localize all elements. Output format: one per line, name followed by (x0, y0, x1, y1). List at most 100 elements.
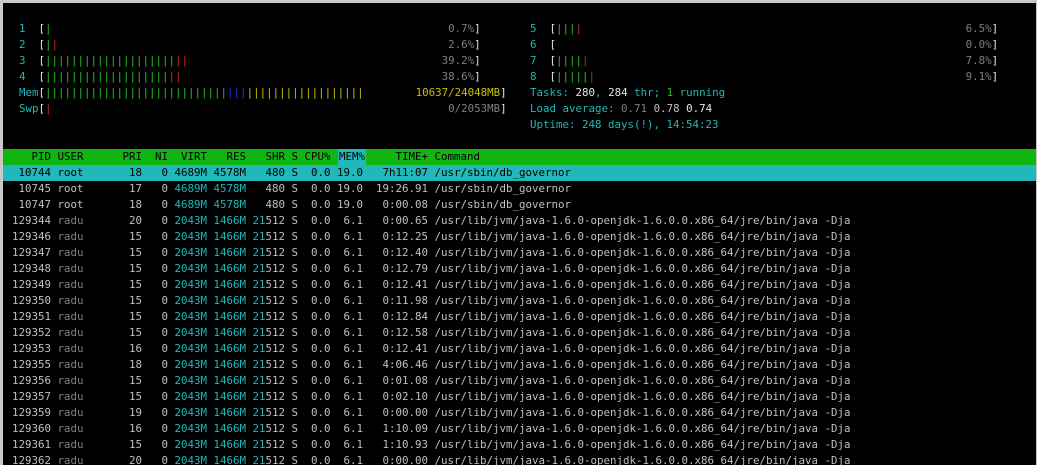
cell-mem: 6.1 (343, 454, 363, 465)
column-header-cmd[interactable]: Command (435, 149, 481, 165)
cell-s: S (291, 262, 298, 275)
cell-pid: 129352 (11, 326, 51, 339)
cell-pri: 18 (128, 198, 142, 211)
column-header-user[interactable]: USER (58, 149, 84, 165)
cell-time: 0:00.08 (382, 198, 428, 211)
process-row[interactable]: 10747 root 18 0 4689M 4578M 480 S 0.0 19.0 0:00.08… (3, 197, 1036, 213)
cell-pri: 16 (128, 342, 142, 355)
process-row[interactable]: 129362 radu 20 0 2043M 1466M 21512 S 0.0 6.1 0:00.… (3, 453, 1036, 465)
cpu-id-label: 5 (530, 22, 550, 35)
column-header-pri[interactable]: PRI (122, 149, 142, 165)
meter-bracket-close: ] (991, 22, 999, 35)
cell-cpu: 0.0 (310, 262, 331, 275)
meter-bracket-close: ] (991, 54, 999, 67)
cell-user: radu (57, 246, 84, 259)
cell-pid: 10747 (18, 198, 51, 211)
cell-virt: 2043M (174, 406, 207, 419)
cell-res: 1466M (213, 278, 246, 291)
column-header-shr[interactable]: SHR (265, 149, 285, 165)
cell-virt: 2043M (174, 326, 207, 339)
process-row[interactable]: 10744 root 18 0 4689M 4578M 480 S 0.0 19.0 7h11:07… (3, 165, 1036, 181)
cell-virt: 2043M (174, 278, 207, 291)
cell-ni: 0 (161, 310, 168, 323)
column-header-res[interactable]: RES (226, 149, 246, 165)
cell-time: 0:11.98 (382, 294, 428, 307)
meter-value: 39.2% (441, 54, 475, 67)
cell-ni: 0 (161, 390, 168, 403)
cell-user: radu (57, 406, 84, 419)
cell-shr: 21512 (252, 406, 285, 419)
meter-bracket-close: ] (474, 70, 481, 83)
process-row[interactable]: 129344 radu 20 0 2043M 1466M 21512 S 0.0 6.1 0:00.… (3, 213, 1036, 229)
htop-terminal[interactable]: 1 [| 0.7%] 2 [|| 2.6%] 3 [||||||||||||||||… (3, 3, 1036, 465)
cell-s: S (291, 326, 298, 339)
meter-bar-segment: |||||||||||||||||||| (45, 54, 176, 67)
cell-ni: 0 (161, 358, 168, 371)
process-row[interactable]: 129346 radu 15 0 2043M 1466M 21512 S 0.0 6.1 0:12.… (3, 229, 1036, 245)
cell-time: 1:10.09 (382, 422, 428, 435)
process-row[interactable]: 129349 radu 15 0 2043M 1466M 21512 S 0.0 6.1 0:12.… (3, 277, 1036, 293)
cell-time: 0:02.10 (382, 390, 428, 403)
cell-res: 4578M (213, 198, 246, 211)
cell-res: 1466M (213, 294, 246, 307)
cell-mem: 6.1 (343, 374, 363, 387)
cell-cpu: 0.0 (310, 406, 331, 419)
process-row[interactable]: 129355 radu 18 0 2043M 1466M 21512 S 0.0 6.1 4:06.… (3, 357, 1036, 373)
process-row[interactable]: 129347 radu 15 0 2043M 1466M 21512 S 0.0 6.1 0:12.… (3, 245, 1036, 261)
cell-cpu: 0.0 (310, 358, 331, 371)
cell-shr: 21512 (252, 214, 285, 227)
cell-time: 0:01.08 (382, 374, 428, 387)
process-row[interactable]: 129357 radu 15 0 2043M 1466M 21512 S 0.0 6.1 0:02.… (3, 389, 1036, 405)
process-row[interactable]: 129352 radu 15 0 2043M 1466M 21512 S 0.0 6.1 0:12.… (3, 325, 1036, 341)
process-row[interactable]: 129360 radu 16 0 2043M 1466M 21512 S 0.0 6.1 1:10.… (3, 421, 1036, 437)
cpu-id-label: 1 (19, 22, 39, 35)
meter-value: 0.7% (448, 22, 475, 35)
cell-mem: 6.1 (343, 278, 363, 291)
meter-value: 7.8% (965, 54, 992, 67)
cell-time: 1:10.93 (382, 438, 428, 451)
cell-res: 1466M (213, 326, 246, 339)
cell-mem: 6.1 (343, 246, 363, 259)
cell-time: 0:12.84 (382, 310, 428, 323)
cell-ni: 0 (161, 198, 168, 211)
process-row[interactable]: 129361 radu 15 0 2043M 1466M 21512 S 0.0 6.1 1:10.… (3, 437, 1036, 453)
cell-time: 19:26.91 (375, 182, 428, 195)
cell-shr: 21512 (252, 438, 285, 451)
cell-s: S (291, 390, 298, 403)
cell-time: 0:00.00 (382, 454, 428, 465)
cell-pri: 15 (128, 294, 142, 307)
cell-mem: 19.0 (336, 166, 363, 179)
cell-pid: 129357 (11, 390, 51, 403)
cell-res: 1466M (213, 342, 246, 355)
cpu-meter-6: 6 [ 0.0%] (530, 37, 998, 53)
process-row[interactable]: 129359 radu 19 0 2043M 1466M 21512 S 0.0 6.1 0:00.… (3, 405, 1036, 421)
cell-cmd: /usr/lib/jvm/java-1.6.0-openjdk-1.6.0.0.… (434, 438, 851, 451)
meter-bar-segment: |||||||||||||||||||||||||||| (45, 86, 228, 99)
cpu-id-label: 8 (530, 70, 550, 83)
cell-cmd: /usr/sbin/db_governor (434, 198, 572, 211)
cell-user: root (57, 166, 84, 179)
cell-cpu: 0.0 (310, 326, 331, 339)
column-header-time[interactable]: TIME+ (395, 149, 428, 165)
cell-cmd: /usr/lib/jvm/java-1.6.0-openjdk-1.6.0.0.… (434, 374, 851, 387)
process-row[interactable]: 129353 radu 16 0 2043M 1466M 21512 S 0.0 6.1 0:12.… (3, 341, 1036, 357)
cell-user: radu (57, 294, 84, 307)
cell-mem: 6.1 (343, 358, 363, 371)
column-header-pid[interactable]: PID (31, 149, 51, 165)
process-row[interactable]: 10745 root 17 0 4689M 4578M 480 S 0.0 19.0 19:26.9… (3, 181, 1036, 197)
column-header-ni[interactable]: NI (155, 149, 168, 165)
cell-s: S (291, 198, 298, 211)
column-header-s[interactable]: S (291, 149, 298, 165)
process-row[interactable]: 129351 radu 15 0 2043M 1466M 21512 S 0.0 6.1 0:12.… (3, 309, 1036, 325)
cell-res: 4578M (213, 166, 246, 179)
cell-shr: 21512 (252, 422, 285, 435)
cell-virt: 2043M (174, 438, 207, 451)
column-header-cpu[interactable]: CPU% (304, 149, 330, 165)
column-header-mem[interactable]: MEM% (337, 149, 366, 165)
load-5min: 0.78 (653, 102, 680, 115)
process-row[interactable]: 129356 radu 15 0 2043M 1466M 21512 S 0.0 6.1 0:01.… (3, 373, 1036, 389)
column-header-virt[interactable]: VIRT (181, 149, 207, 165)
process-row[interactable]: 129348 radu 15 0 2043M 1466M 21512 S 0.0 6.1 0:12.… (3, 261, 1036, 277)
cell-pri: 19 (128, 406, 142, 419)
process-row[interactable]: 129350 radu 15 0 2043M 1466M 21512 S 0.0 6.1 0:11.… (3, 293, 1036, 309)
